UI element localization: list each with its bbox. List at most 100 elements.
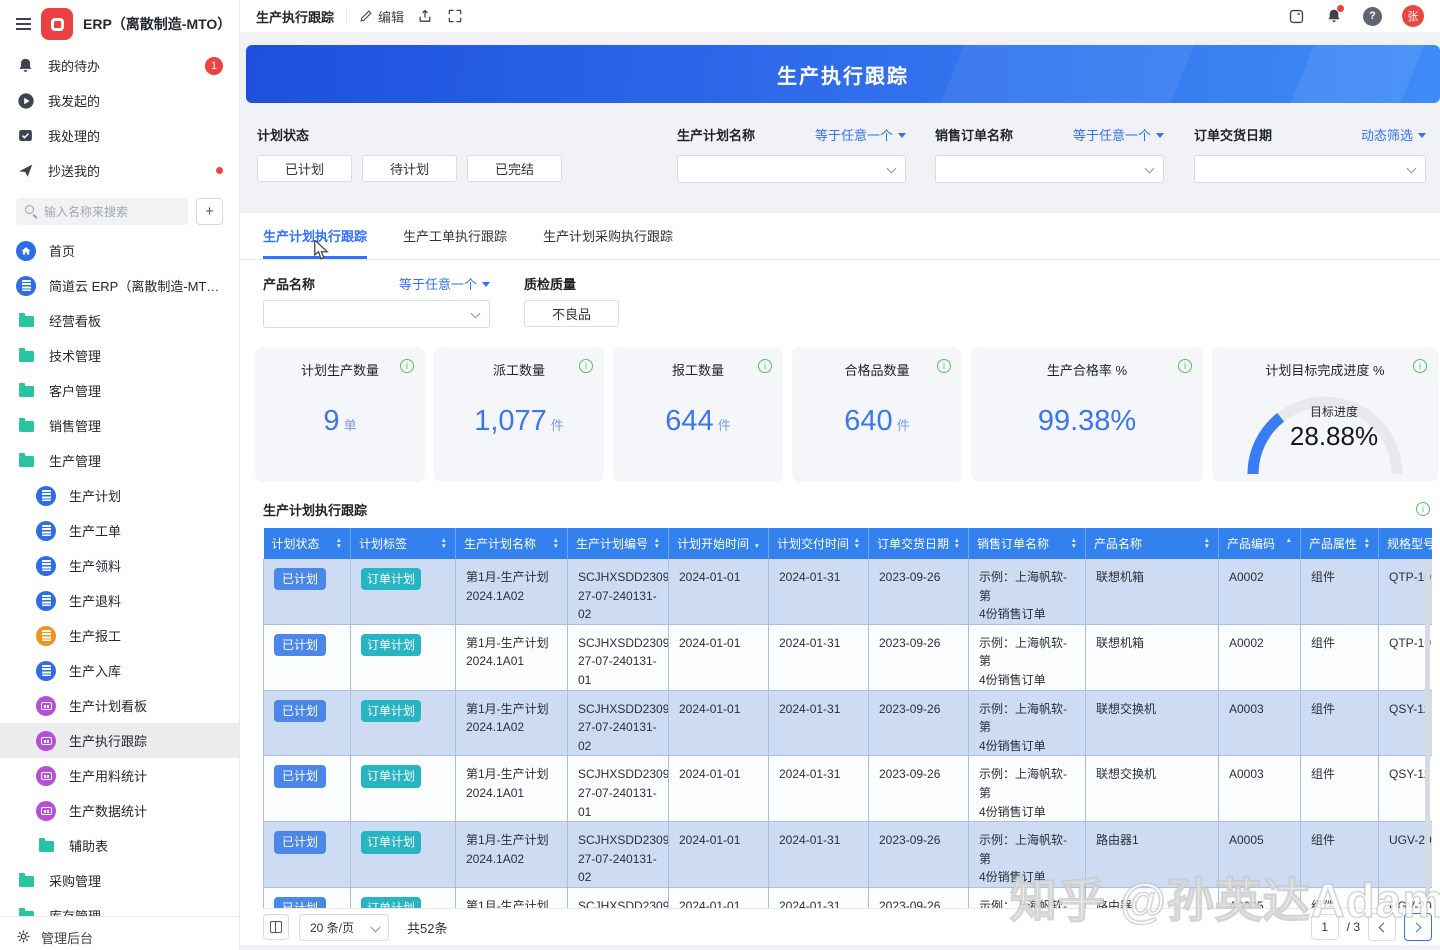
product-name-select[interactable] (263, 300, 490, 328)
search-input[interactable] (16, 198, 188, 225)
column-settings-button[interactable] (263, 914, 289, 940)
sidebar-item-started-by-me[interactable]: 我发起的 (0, 83, 239, 118)
sort-icon: ▲▼ (332, 538, 342, 549)
user-avatar[interactable]: 张 (1402, 5, 1424, 27)
status-option-planned[interactable]: 已计划 (257, 155, 352, 182)
info-icon[interactable]: i (1416, 502, 1430, 516)
col-product-code[interactable]: 产品编码▲▼ (1219, 528, 1301, 559)
sidebar-item-plan-dashboard[interactable]: 生产计划看板 (0, 688, 239, 723)
add-button[interactable]: + (196, 198, 223, 225)
col-status[interactable]: 计划状态▲▼ (264, 528, 351, 559)
tab-workorder-tracking[interactable]: 生产工单执行跟踪 (403, 213, 507, 259)
table-row[interactable]: 已计划 订单计划 第1月-生产计划 2024.1A02 SCJHXSDD2309… (264, 690, 1433, 756)
divider (346, 9, 347, 23)
export-icon[interactable] (416, 7, 434, 25)
sidebar-item-handled-by-me[interactable]: 我处理的 (0, 118, 239, 153)
col-product-name[interactable]: 产品名称▲▼ (1086, 528, 1219, 559)
sidebar-header: ERP（离散制造-MTO） (0, 0, 239, 48)
status-badge: 已计划 (274, 700, 326, 722)
table-row[interactable]: 已计划 订单计划 第1月-生产计划 2024.1A01 SCJHXSDD2309… (264, 756, 1433, 822)
page-total: / 3 (1347, 920, 1360, 934)
col-sales-order[interactable]: 销售订单名称▲▼ (969, 528, 1086, 559)
operator-link[interactable]: 动态筛选 (1361, 125, 1426, 144)
status-option-closed[interactable]: 已完结 (467, 155, 562, 182)
tab-purchase-tracking[interactable]: 生产计划采购执行跟踪 (543, 213, 673, 259)
sales-order-select[interactable] (935, 155, 1164, 183)
sidebar-item-warehouse-in[interactable]: 生产入库 (0, 653, 239, 688)
col-plan-code[interactable]: 生产计划编号▲▼ (568, 528, 669, 559)
cell-start-date: 2024-01-01 (669, 624, 769, 690)
next-page-button[interactable] (1404, 913, 1432, 941)
status-badge: 已计划 (274, 765, 326, 787)
operator-link[interactable]: 等于任意一个 (815, 125, 906, 144)
notifications-bell-icon[interactable] (1325, 7, 1343, 25)
col-product-attr[interactable]: 产品属性▲▼ (1301, 528, 1379, 559)
hamburger-menu-icon[interactable] (16, 23, 31, 25)
sidebar-item-execution-tracking[interactable]: 生产执行跟踪 (0, 723, 239, 758)
sidebar-folder-business-dashboard[interactable]: 经营看板 (0, 303, 239, 338)
tag-badge: 订单计划 (361, 897, 421, 908)
panel-toggle-icon[interactable] (1287, 7, 1305, 25)
table-section-header: 生产计划执行跟踪 i (263, 498, 1430, 520)
sidebar-folder-inventory-mgmt[interactable]: 库存管理 (0, 898, 239, 916)
sidebar-item-work-report[interactable]: 生产报工 (0, 618, 239, 653)
sidebar-folder-sales-mgmt[interactable]: 销售管理 (0, 408, 239, 443)
sidebar-item-production-plan[interactable]: 生产计划 (0, 478, 239, 513)
page-number-input[interactable] (1311, 914, 1339, 940)
help-icon[interactable]: ? (1363, 7, 1382, 26)
operator-link[interactable]: 等于任意一个 (399, 274, 490, 293)
status-option-pending[interactable]: 待计划 (362, 155, 457, 182)
delivery-date-select[interactable] (1194, 155, 1426, 183)
sidebar-item-my-todo[interactable]: 我的待办 1 (0, 48, 239, 83)
col-spec[interactable]: 规格型号▲▼ (1379, 528, 1433, 559)
table-row[interactable]: 已计划 订单计划 第1月-生产计划 2024.1A01 SCJHXSDD2309… (264, 624, 1433, 690)
table-scrollbar[interactable] (1425, 562, 1430, 900)
sidebar-item-material-request[interactable]: 生产领料 (0, 548, 239, 583)
cell-delivery-date: 2023-09-26 (869, 624, 969, 690)
sidebar-folder-purchase-mgmt[interactable]: 采购管理 (0, 863, 239, 898)
prev-page-button[interactable] (1368, 913, 1396, 941)
sidebar-folder-production-mgmt[interactable]: 生产管理 (0, 443, 239, 478)
table-row[interactable]: 已计划 订单计划 第1月-生产计划 2024.1A02 SCJHXSDD2309… (264, 559, 1433, 624)
sidebar-item-material-return[interactable]: 生产退料 (0, 583, 239, 618)
col-plan-name[interactable]: 生产计划名称▲▼ (456, 528, 568, 559)
sidebar-item-jiandaoyun-erp[interactable]: 简道云 ERP（离散制造-MTO）... (0, 268, 239, 303)
edit-button[interactable]: 编辑 (359, 7, 404, 26)
col-delivery-date[interactable]: 订单交货日期▲▼ (869, 528, 969, 559)
sidebar-folder-aux-tables[interactable]: 辅助表 (0, 828, 239, 863)
sidebar-item-production-workorder[interactable]: 生产工单 (0, 513, 239, 548)
table-row[interactable]: 已计划 订单计划 第1月-生产计划 2024.1A01 SCJHXSDD2309… (264, 887, 1433, 908)
fullscreen-icon[interactable] (446, 7, 464, 25)
quality-option-defective[interactable]: 不良品 (524, 300, 619, 327)
col-start-date[interactable]: 计划开始时间▲▼ (669, 528, 769, 559)
cell-status: 已计划 (264, 822, 351, 888)
cell-plan-name: 第1月-生产计划 2024.1A01 (456, 624, 568, 690)
info-icon[interactable]: i (400, 359, 414, 373)
cell-product-attr: 组件 (1301, 690, 1379, 756)
sidebar-item-home[interactable]: 首页 (0, 233, 239, 268)
page-size-select[interactable]: 20 条/页 (299, 914, 389, 941)
cell-product-code: A0003 (1219, 756, 1301, 822)
sidebar-item-cc-to-me[interactable]: 抄送我的 (0, 153, 239, 188)
info-icon[interactable]: i (1413, 359, 1427, 373)
col-due-date[interactable]: 计划交付时间▲▼ (769, 528, 869, 559)
sidebar-folder-tech-mgmt[interactable]: 技术管理 (0, 338, 239, 373)
sidebar-admin-link[interactable]: 管理后台 (0, 916, 239, 950)
chevron-down-icon (471, 309, 481, 319)
table-row[interactable]: 已计划 订单计划 第1月-生产计划 2024.1A02 SCJHXSDD2309… (264, 822, 1433, 888)
info-icon[interactable]: i (937, 359, 951, 373)
cell-sales-order: 示例：上海帆软-第 4份销售订单 (969, 559, 1086, 624)
cell-product-attr: 组件 (1301, 624, 1379, 690)
sidebar-folder-customer-mgmt[interactable]: 客户管理 (0, 373, 239, 408)
operator-link[interactable]: 等于任意一个 (1073, 125, 1164, 144)
col-tag[interactable]: 计划标签▲▼ (351, 528, 456, 559)
plan-name-select[interactable] (677, 155, 906, 183)
cell-product-attr: 组件 (1301, 559, 1379, 624)
sidebar-item-material-stats[interactable]: 生产用料统计 (0, 758, 239, 793)
sidebar-item-data-stats[interactable]: 生产数据统计 (0, 793, 239, 828)
main-area: 生产执行跟踪 编辑 ? 张 (240, 0, 1440, 950)
cell-spec: QTP-10 (1379, 559, 1433, 624)
info-icon[interactable]: i (579, 359, 593, 373)
info-icon[interactable]: i (758, 359, 772, 373)
info-icon[interactable]: i (1178, 359, 1192, 373)
